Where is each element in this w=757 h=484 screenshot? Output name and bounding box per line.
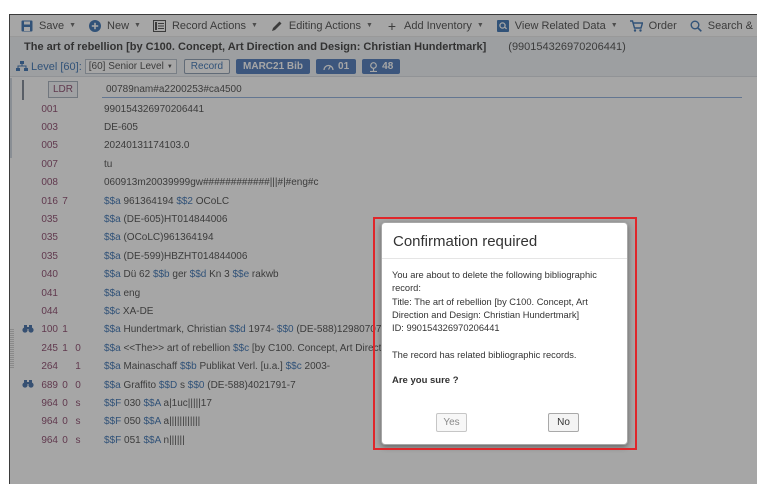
dialog-message: You are about to delete the following bi… (392, 270, 597, 294)
dialog-question: Are you sure ? (392, 375, 459, 387)
dialog-title: Confirmation required (382, 223, 627, 259)
dialog-body: You are about to delete the following bi… (382, 259, 627, 387)
no-button[interactable]: No (548, 413, 579, 432)
yes-button[interactable]: Yes (436, 413, 467, 432)
dialog-record-id: ID: 990154326970206441 (392, 323, 500, 334)
dialog-related-note: The record has related bibliographic rec… (392, 349, 577, 360)
dialog-record-title: Title: The art of rebellion [by C100. Co… (392, 296, 588, 320)
confirmation-dialog: Confirmation required You are about to d… (381, 222, 628, 445)
